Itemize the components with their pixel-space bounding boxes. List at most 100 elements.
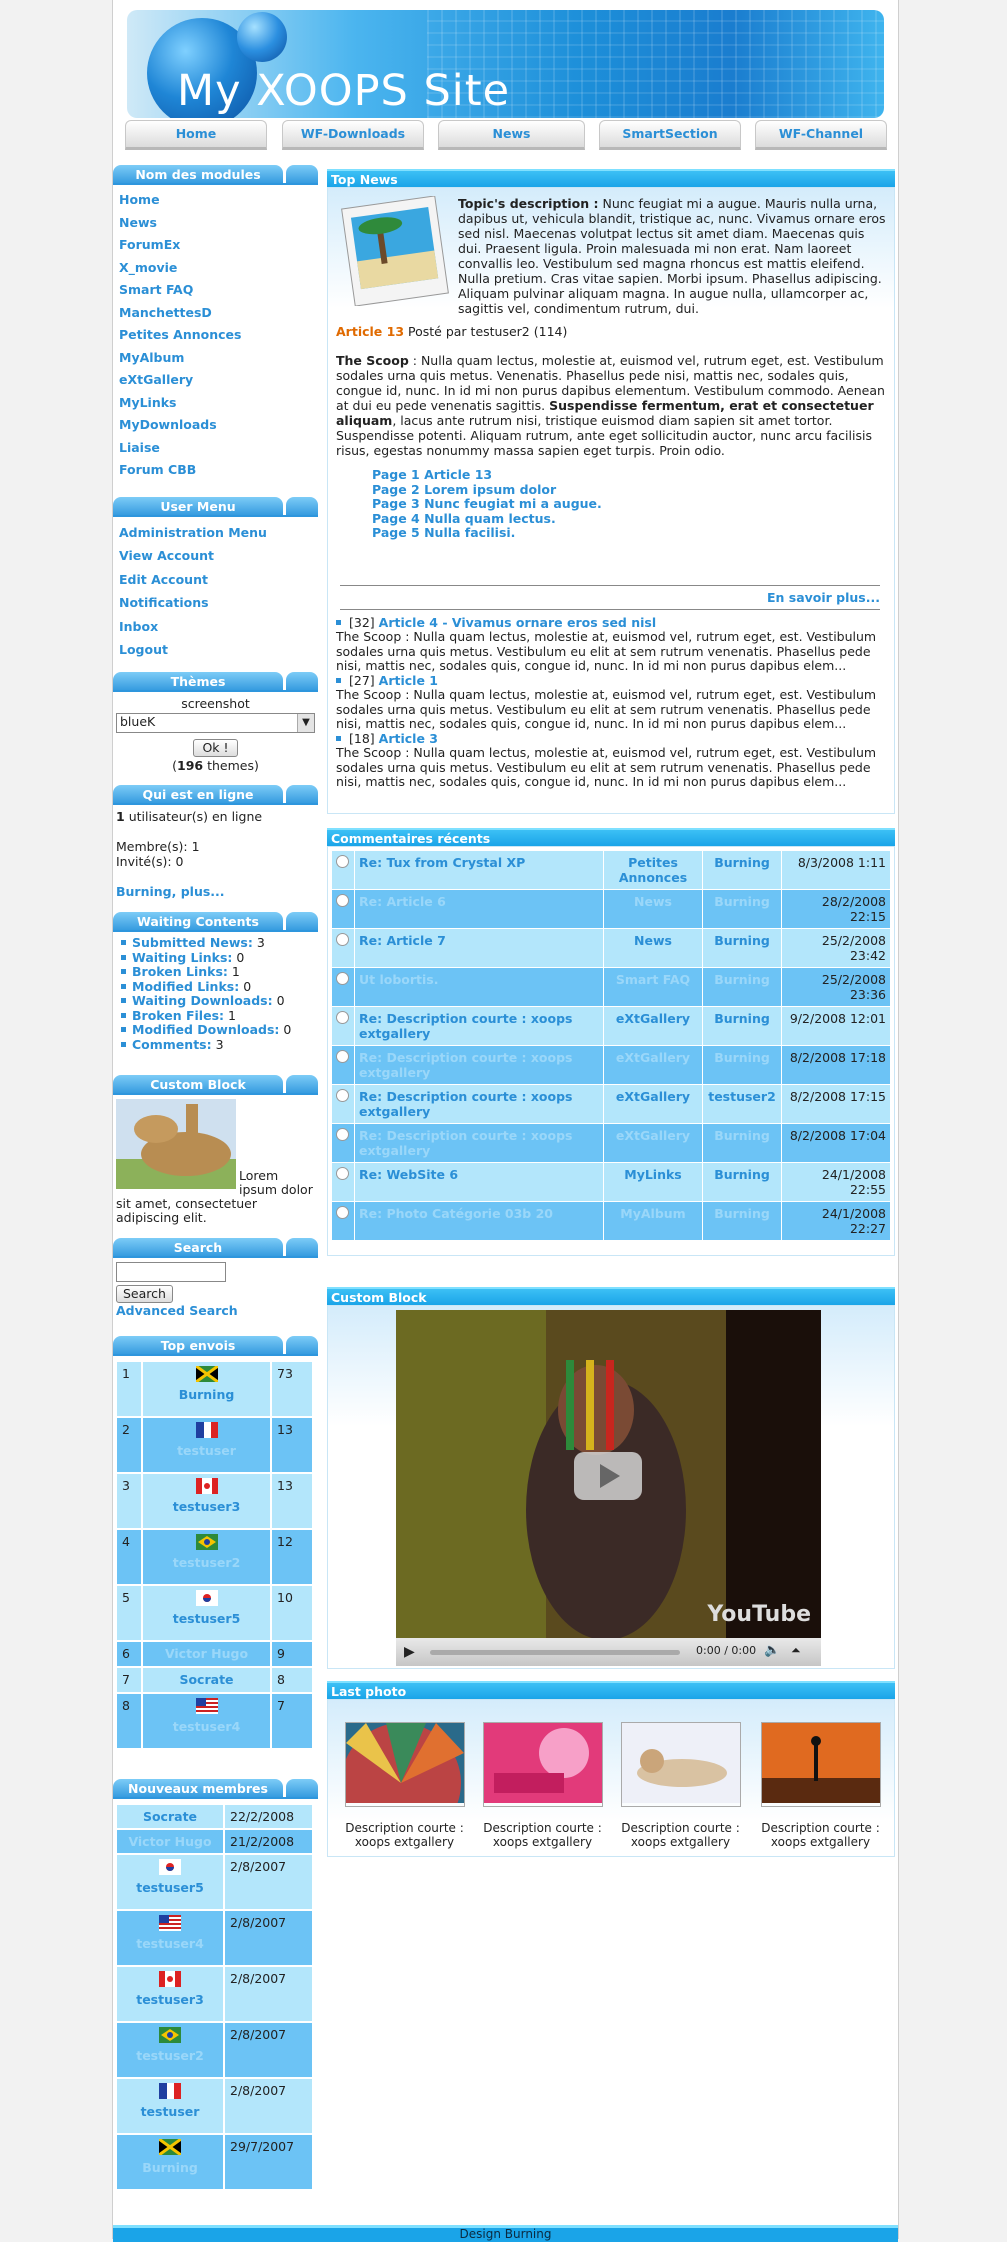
module-link[interactable]: ManchettesD: [113, 302, 318, 325]
comment-module[interactable]: Petites Annonces: [619, 855, 687, 885]
new-member-name[interactable]: Burning: [142, 2160, 198, 2175]
article-page-link[interactable]: Page 5 Nulla facilisi.: [372, 525, 886, 541]
new-member-name[interactable]: testuser3: [136, 1992, 204, 2007]
theme-ok-button[interactable]: Ok !: [193, 739, 238, 757]
theme-select[interactable]: blueK ▼: [116, 713, 315, 733]
user-menu-link[interactable]: Logout: [113, 639, 318, 663]
photo-thumbnail[interactable]: [340, 1722, 465, 1843]
photo-item[interactable]: Description courte : xoops extgallery: [480, 1722, 605, 1849]
comment-user[interactable]: Burning: [714, 1206, 770, 1221]
comment-user[interactable]: Burning: [714, 1128, 770, 1143]
top-poster-name[interactable]: Burning: [179, 1387, 235, 1402]
top-poster-name[interactable]: testuser4: [173, 1719, 241, 1734]
comment-module[interactable]: eXtGallery: [616, 1089, 690, 1104]
chevron-down-icon[interactable]: ▼: [297, 714, 314, 732]
comment-subject[interactable]: Ut lobortis.: [359, 972, 439, 987]
module-link[interactable]: Petites Annonces: [113, 324, 318, 347]
module-link[interactable]: Smart FAQ: [113, 279, 318, 302]
comment-user[interactable]: Burning: [714, 933, 770, 948]
new-member-name[interactable]: testuser: [141, 2104, 200, 2119]
nav-smartsection[interactable]: SmartSection: [599, 120, 741, 150]
top-poster-name[interactable]: Socrate: [179, 1672, 233, 1687]
comment-module[interactable]: eXtGallery: [616, 1050, 690, 1065]
new-member-name[interactable]: testuser4: [136, 1936, 204, 1951]
photo-item[interactable]: Description courte : xoops extgallery: [340, 1722, 467, 1849]
search-button[interactable]: Search: [116, 1285, 173, 1303]
top-poster-name[interactable]: testuser3: [173, 1499, 241, 1514]
photo-thumbnail[interactable]: [620, 1722, 741, 1807]
read-more-link[interactable]: En savoir plus...: [767, 590, 880, 605]
module-link[interactable]: News: [113, 212, 318, 235]
comment-user[interactable]: Burning: [714, 894, 770, 909]
photo-item[interactable]: Description courte : xoops extgallery: [618, 1722, 743, 1849]
comment-subject[interactable]: Re: Tux from Crystal XP: [359, 855, 525, 870]
video-player[interactable]: YouTube ▶ 0:00 / 0:00 🔈 ⏶: [396, 1310, 821, 1666]
top-poster-name[interactable]: testuser: [177, 1443, 236, 1458]
comment-user[interactable]: testuser2: [708, 1089, 776, 1104]
new-member-name[interactable]: testuser2: [136, 2048, 204, 2063]
module-link[interactable]: ForumEx: [113, 234, 318, 257]
play-icon[interactable]: ▶: [404, 1644, 415, 1660]
comment-subject[interactable]: Re: Description courte : xoops extgaller…: [359, 1050, 573, 1080]
module-link[interactable]: eXtGallery: [113, 369, 318, 392]
module-link[interactable]: X_movie: [113, 257, 318, 280]
comment-user[interactable]: Burning: [714, 855, 770, 870]
article-page-link[interactable]: Page 4 Nulla quam lectus.: [372, 511, 886, 527]
photo-thumbnail[interactable]: [482, 1722, 603, 1807]
top-poster-name[interactable]: testuser5: [173, 1611, 241, 1626]
comment-module[interactable]: MyAlbum: [620, 1206, 685, 1221]
comment-module[interactable]: News: [634, 894, 672, 909]
new-member-name[interactable]: Victor Hugo: [128, 1834, 211, 1849]
comment-subject[interactable]: Re: Description courte : xoops extgaller…: [359, 1011, 573, 1041]
new-member-name[interactable]: testuser5: [136, 1880, 204, 1895]
waiting-link[interactable]: Waiting Links:: [132, 950, 232, 965]
online-more-link[interactable]: Burning, plus...: [116, 884, 225, 899]
waiting-link[interactable]: Comments:: [132, 1037, 212, 1052]
search-input[interactable]: [116, 1262, 226, 1282]
module-link[interactable]: Liaise: [113, 437, 318, 460]
volume-icon[interactable]: 🔈: [764, 1643, 780, 1658]
module-link[interactable]: Home: [113, 189, 318, 212]
top-poster-name[interactable]: testuser2: [173, 1555, 241, 1570]
nav-home[interactable]: Home: [125, 120, 267, 150]
comment-user[interactable]: Burning: [714, 1167, 770, 1182]
video-seekbar[interactable]: [430, 1650, 680, 1655]
module-link[interactable]: Forum CBB: [113, 459, 318, 482]
article-page-link[interactable]: Page 2 Lorem ipsum dolor: [372, 482, 886, 498]
user-menu-link[interactable]: Administration Menu: [113, 521, 318, 545]
article-page-link[interactable]: Page 3 Nunc feugiat mi a augue.: [372, 496, 886, 512]
module-link[interactable]: MyAlbum: [113, 347, 318, 370]
module-link[interactable]: MyLinks: [113, 392, 318, 415]
comment-module[interactable]: News: [634, 933, 672, 948]
comment-user[interactable]: Burning: [714, 1011, 770, 1026]
comment-subject[interactable]: Re: Article 6: [359, 894, 446, 909]
other-article-title[interactable]: Article 3: [379, 731, 438, 746]
article-title[interactable]: Article 13: [336, 324, 404, 339]
play-button[interactable]: [574, 1452, 642, 1500]
user-menu-link[interactable]: Edit Account: [113, 568, 318, 592]
module-link[interactable]: MyDownloads: [113, 414, 318, 437]
comment-subject[interactable]: Re: Article 7: [359, 933, 446, 948]
comment-subject[interactable]: Re: Photo Catégorie 03b 20: [359, 1206, 553, 1221]
waiting-link[interactable]: Modified Downloads:: [132, 1022, 279, 1037]
fullscreen-icon[interactable]: ⏶: [791, 1643, 801, 1658]
nav-wf-downloads[interactable]: WF-Downloads: [282, 120, 424, 150]
user-menu-link[interactable]: Notifications: [113, 592, 318, 616]
comment-module[interactable]: Smart FAQ: [616, 972, 690, 987]
site-name[interactable]: My XOOPS Site: [177, 66, 510, 116]
photo-thumbnail[interactable]: [760, 1722, 881, 1807]
waiting-link[interactable]: Broken Links:: [132, 964, 228, 979]
user-menu-link[interactable]: View Account: [113, 545, 318, 569]
waiting-link[interactable]: Waiting Downloads:: [132, 993, 273, 1008]
comment-subject[interactable]: Re: Description courte : xoops extgaller…: [359, 1089, 573, 1119]
comment-module[interactable]: eXtGallery: [616, 1128, 690, 1143]
photo-item[interactable]: Description courte : xoops extgallery: [758, 1722, 883, 1849]
other-article-title[interactable]: Article 4 - Vivamus ornare eros sed nisl: [379, 615, 656, 630]
nav-wf-channel[interactable]: WF-Channel: [755, 120, 887, 150]
comment-module[interactable]: MyLinks: [624, 1167, 682, 1182]
comment-user[interactable]: Burning: [714, 972, 770, 987]
waiting-link[interactable]: Broken Files:: [132, 1008, 224, 1023]
article-page-link[interactable]: Page 1 Article 13: [372, 467, 886, 483]
top-poster-name[interactable]: Victor Hugo: [165, 1646, 248, 1661]
comment-subject[interactable]: Re: WebSite 6: [359, 1167, 458, 1182]
